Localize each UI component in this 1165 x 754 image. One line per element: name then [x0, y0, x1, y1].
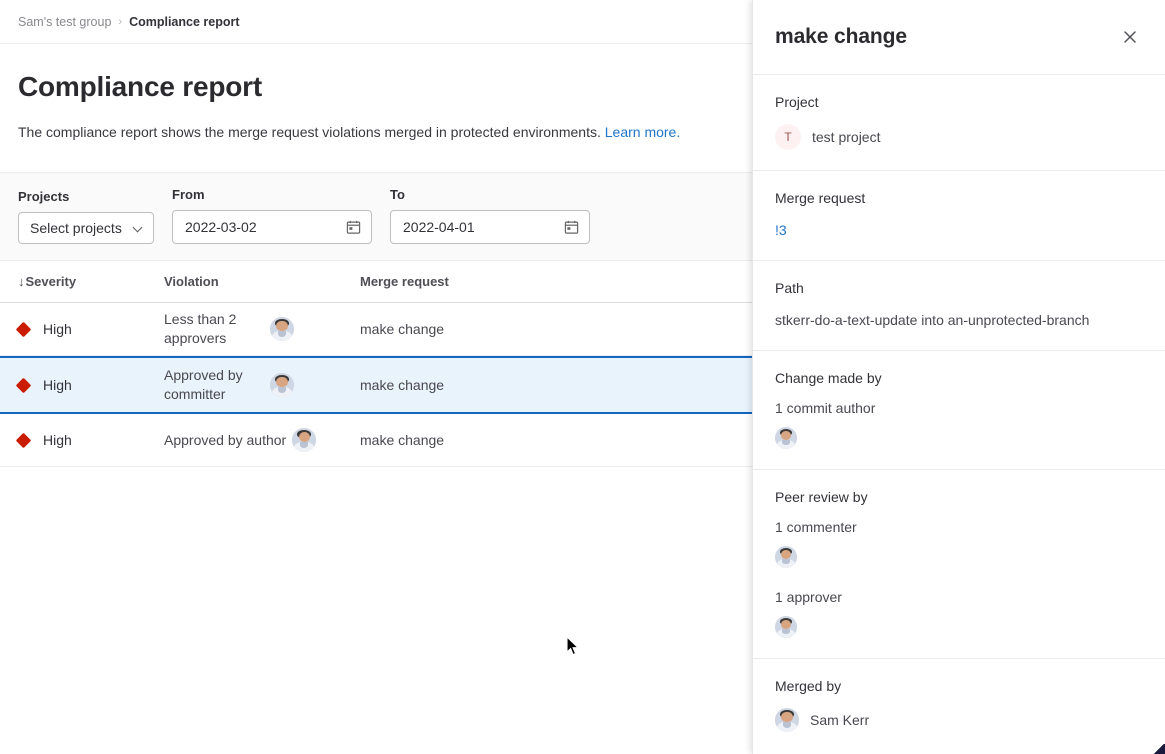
table-row[interactable]: High Approved by author make change — [0, 414, 760, 467]
main-content: Sam's test group › Compliance report Com… — [0, 0, 760, 754]
breadcrumb: Sam's test group › Compliance report — [0, 0, 760, 44]
avatar[interactable] — [775, 427, 797, 449]
violations-table: ↓ Severity Violation Merge request High … — [0, 261, 760, 467]
change-made-by-label: Change made by — [775, 369, 1143, 387]
learn-more-link[interactable]: Learn more. — [605, 124, 680, 140]
cell-violation: Approved by author — [164, 428, 360, 452]
severity-label: High — [43, 432, 72, 448]
from-date-value: 2022-03-02 — [185, 219, 257, 235]
table-header-row: ↓ Severity Violation Merge request — [0, 261, 760, 303]
to-date-value: 2022-04-01 — [403, 219, 475, 235]
severity-high-icon — [16, 321, 32, 337]
cell-merge-request[interactable]: make change — [360, 377, 742, 393]
drawer-section-change-made-by: Change made by 1 commit author — [753, 351, 1165, 470]
page-title: Compliance report — [18, 70, 742, 104]
sort-descending-icon: ↓ — [18, 275, 25, 288]
calendar-icon[interactable] — [564, 220, 579, 235]
commenter-avatars — [775, 546, 1143, 568]
cell-merge-request[interactable]: make change — [360, 432, 742, 448]
calendar-icon[interactable] — [346, 220, 361, 235]
table-row[interactable]: High Approved by committer make change — [0, 356, 760, 414]
mouse-cursor — [566, 636, 580, 657]
severity-high-icon — [16, 377, 32, 393]
page-description-text: The compliance report shows the merge re… — [18, 124, 601, 140]
projects-label: Projects — [18, 189, 154, 205]
commit-author-count: 1 commit author — [775, 400, 1143, 416]
page-header: Compliance report The compliance report … — [0, 44, 760, 142]
project-name: test project — [812, 127, 880, 147]
breadcrumb-item-group[interactable]: Sam's test group — [18, 15, 111, 29]
filter-projects: Projects Select projects — [18, 189, 154, 244]
drawer-section-peer-review-by: Peer review by 1 commenter 1 approver — [753, 470, 1165, 659]
column-header-violation[interactable]: Violation — [164, 274, 360, 289]
drawer-header: make change — [753, 0, 1165, 75]
project-avatar: T — [775, 124, 801, 150]
table-row[interactable]: High Less than 2 approvers make change — [0, 303, 760, 356]
column-header-severity-label: Severity — [26, 274, 77, 289]
cell-violation: Less than 2 approvers — [164, 310, 360, 348]
drawer-section-merge-request: Merge request !3 — [753, 171, 1165, 261]
commenter-count: 1 commenter — [775, 519, 1143, 535]
peer-review-by-label: Peer review by — [775, 488, 1143, 506]
merged-by-name: Sam Kerr — [810, 710, 869, 730]
filter-bar: Projects Select projects From 2022-03-02… — [0, 172, 760, 261]
cell-severity: High — [18, 321, 164, 337]
select-projects-dropdown[interactable]: Select projects — [18, 212, 154, 244]
violation-label: Approved by author — [164, 431, 286, 450]
chevron-down-icon — [134, 223, 144, 233]
avatar[interactable] — [292, 428, 316, 452]
drawer-section-path: Path stkerr-do-a-text-update into an-unp… — [753, 261, 1165, 351]
cell-severity: High — [18, 377, 164, 393]
cell-merge-request[interactable]: make change — [360, 321, 742, 337]
app-root: Sam's test group › Compliance report Com… — [0, 0, 1165, 754]
merge-request-link[interactable]: !3 — [775, 222, 787, 238]
project-value-row[interactable]: T test project — [775, 124, 1143, 150]
avatar[interactable] — [775, 546, 797, 568]
filter-from: From 2022-03-02 — [172, 187, 372, 244]
merge-request-label: Merge request — [775, 189, 1143, 207]
path-label: Path — [775, 279, 1143, 297]
breadcrumb-item-current[interactable]: Compliance report — [129, 15, 239, 29]
merged-by-label: Merged by — [775, 677, 1143, 695]
merged-by-value-row[interactable]: Sam Kerr — [775, 708, 1143, 732]
project-label: Project — [775, 93, 1143, 111]
column-header-merge-request[interactable]: Merge request — [360, 274, 742, 289]
severity-label: High — [43, 321, 72, 337]
page-description: The compliance report shows the merge re… — [18, 122, 742, 142]
cell-violation: Approved by committer — [164, 366, 360, 404]
avatar[interactable] — [270, 317, 294, 341]
to-label: To — [390, 187, 590, 203]
column-header-severity[interactable]: ↓ Severity — [18, 274, 164, 289]
avatar[interactable] — [270, 373, 294, 397]
path-value: stkerr-do-a-text-update into an-unprotec… — [775, 310, 1143, 330]
approver-count: 1 approver — [775, 589, 1143, 605]
drawer-title: make change — [775, 25, 907, 49]
avatar[interactable] — [775, 708, 799, 732]
violation-label: Less than 2 approvers — [164, 310, 260, 348]
corner-artifact — [1153, 744, 1165, 754]
to-date-input[interactable]: 2022-04-01 — [390, 210, 590, 244]
from-label: From — [172, 187, 372, 203]
violation-label: Approved by committer — [164, 366, 260, 404]
drawer-section-project: Project T test project — [753, 75, 1165, 171]
filter-to: To 2022-04-01 — [390, 187, 590, 244]
detail-drawer: make change Project T test project Merge… — [752, 0, 1165, 754]
close-icon[interactable] — [1117, 24, 1143, 50]
select-projects-value: Select projects — [30, 220, 122, 236]
approver-avatars — [775, 616, 1143, 638]
cell-severity: High — [18, 432, 164, 448]
drawer-section-merged-by: Merged by Sam Kerr — [753, 659, 1165, 752]
breadcrumb-separator-icon: › — [118, 16, 122, 28]
severity-label: High — [43, 377, 72, 393]
commit-author-avatars — [775, 427, 1143, 449]
from-date-input[interactable]: 2022-03-02 — [172, 210, 372, 244]
avatar[interactable] — [775, 616, 797, 638]
severity-high-icon — [16, 432, 32, 448]
